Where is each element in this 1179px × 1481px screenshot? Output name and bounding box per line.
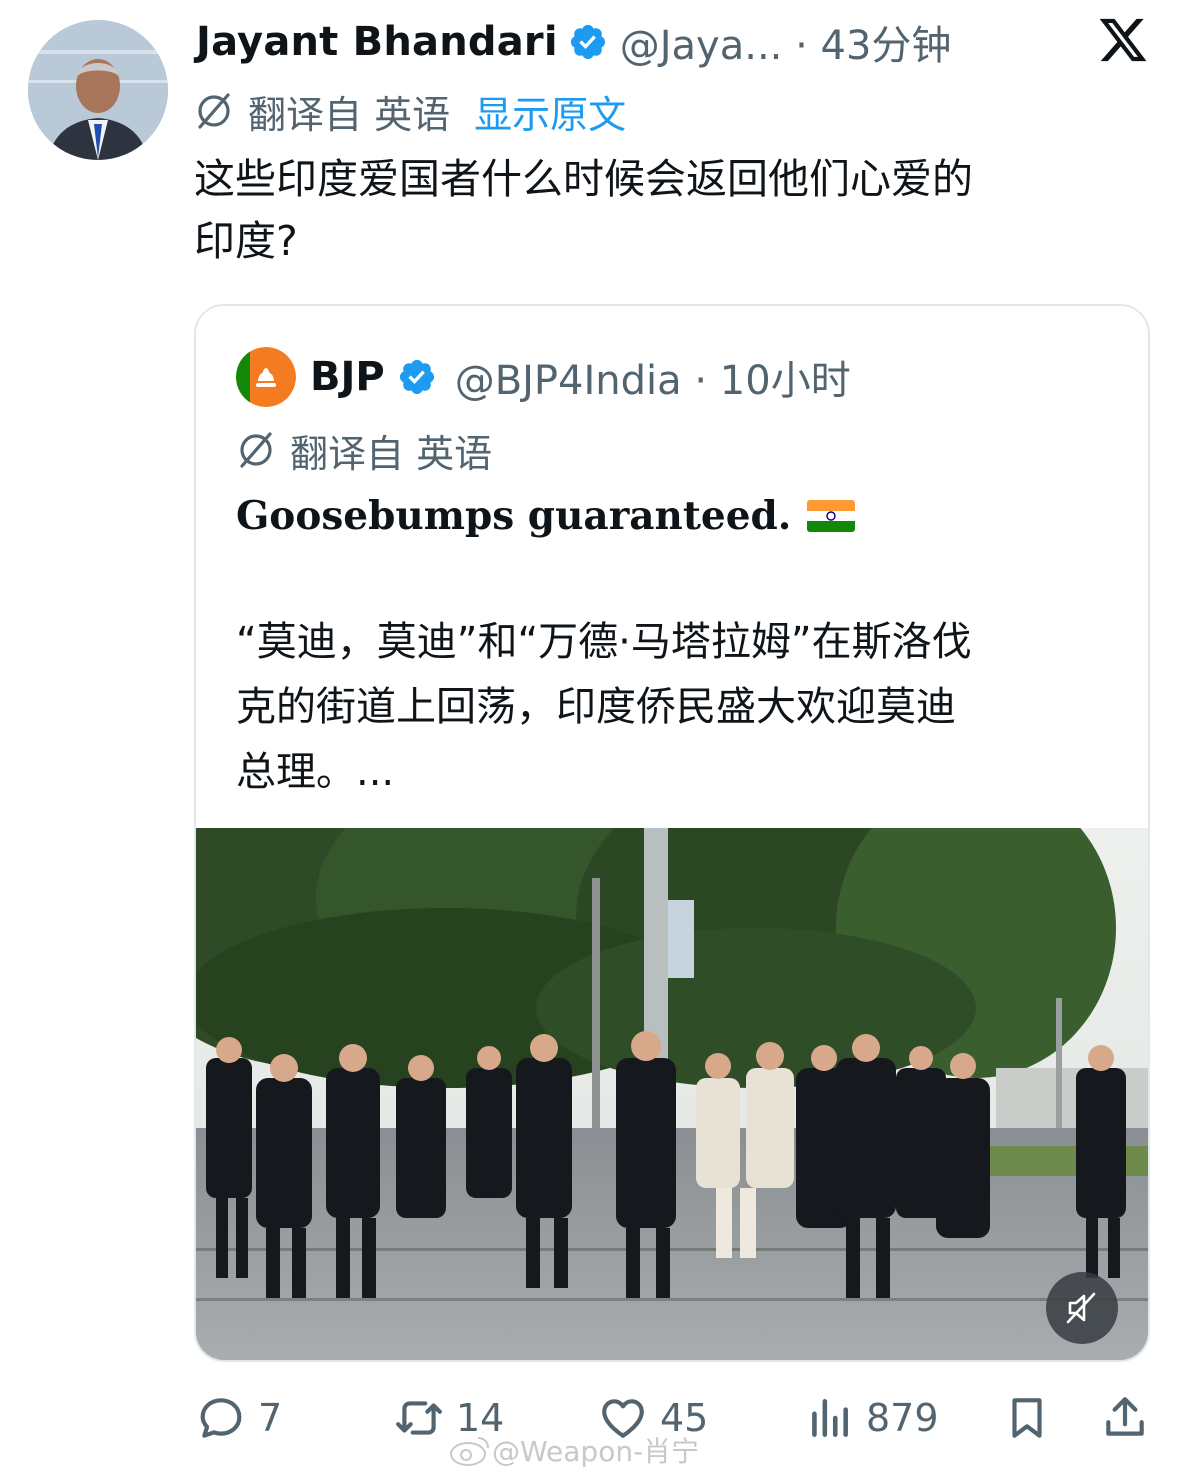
share-icon [1106, 1397, 1144, 1436]
author-handle-time: @Jaya... · 43分钟 [619, 23, 952, 69]
views-button[interactable]: 879 [804, 1390, 939, 1446]
quoted-body-text: “莫迪，莫迪”和“万德·马塔拉姆”在斯洛伐 克的街道上回荡，印度侨民盛大欢迎莫迪… [236, 610, 1116, 805]
quoted-title-row: Goosebumps guaranteed. [236, 486, 856, 546]
quoted-author-row: BJP @BJP4India · 10小时 [236, 346, 851, 408]
translation-row: 翻译自 英语 显示原文 [192, 84, 626, 138]
reply-count: 7 [258, 1396, 283, 1440]
quoted-handle-time: @BJP4India · 10小时 [454, 358, 851, 404]
translate-icon [240, 432, 272, 468]
quoted-translation-label: 翻译自 英语 [290, 431, 493, 476]
quoted-title: Goosebumps guaranteed. [236, 493, 792, 539]
tweet-text-line: 这些印度爱国者什么时候会返回他们心爱的 [194, 155, 973, 203]
translation-label: 翻译自 英语 [248, 92, 451, 137]
bookmark-icon [1012, 1398, 1042, 1438]
author-avatar[interactable] [28, 20, 168, 160]
author-row: Jayant Bhandari @Jaya... · 43分钟 [196, 14, 951, 70]
weibo-watermark: @Weapon-肖宁 [448, 1428, 699, 1472]
speaker-muted-icon [1066, 1292, 1096, 1324]
watermark-text: @Weapon-肖宁 [492, 1435, 700, 1468]
quoted-body-line: 总理。... [236, 749, 395, 795]
show-original-link[interactable]: 显示原文 [474, 84, 626, 139]
views-count: 879 [866, 1396, 939, 1440]
tweet-text-line: 印度? [194, 217, 298, 265]
x-logo-icon[interactable] [1097, 14, 1149, 66]
weibo-logo-icon [450, 1437, 489, 1466]
video-player[interactable] [196, 828, 1148, 1360]
verified-badge-icon [399, 359, 434, 395]
quoted-translation-row: 翻译自 英语 [234, 424, 492, 476]
india-flag-icon [807, 500, 856, 532]
tweet-text: 这些印度爱国者什么时候会返回他们心爱的 印度? [194, 148, 1124, 272]
author-name[interactable]: Jayant Bhandari [196, 19, 558, 65]
views-chart-icon [812, 1399, 848, 1437]
quoted-author-name[interactable]: BJP [310, 354, 385, 400]
quoted-tweet-card[interactable]: BJP @BJP4India · 10小时 翻译自 英语 Goosebumps … [194, 304, 1150, 1362]
repost-icon [396, 1401, 442, 1435]
video-frame-image [196, 828, 1148, 1360]
mute-button[interactable] [1046, 1272, 1118, 1344]
share-button[interactable] [1100, 1390, 1162, 1446]
quoted-body-line: 克的街道上回荡，印度侨民盛大欢迎莫迪 [236, 684, 956, 730]
bjp-logo-avatar[interactable] [236, 347, 296, 407]
reply-icon [200, 1398, 242, 1438]
bookmark-button[interactable] [1002, 1390, 1064, 1446]
translate-icon [198, 93, 230, 129]
reply-button[interactable]: 7 [196, 1390, 282, 1446]
quoted-body-line: “莫迪，莫迪”和“万德·马塔拉姆”在斯洛伐 [236, 619, 972, 665]
verified-badge-icon [570, 24, 605, 60]
